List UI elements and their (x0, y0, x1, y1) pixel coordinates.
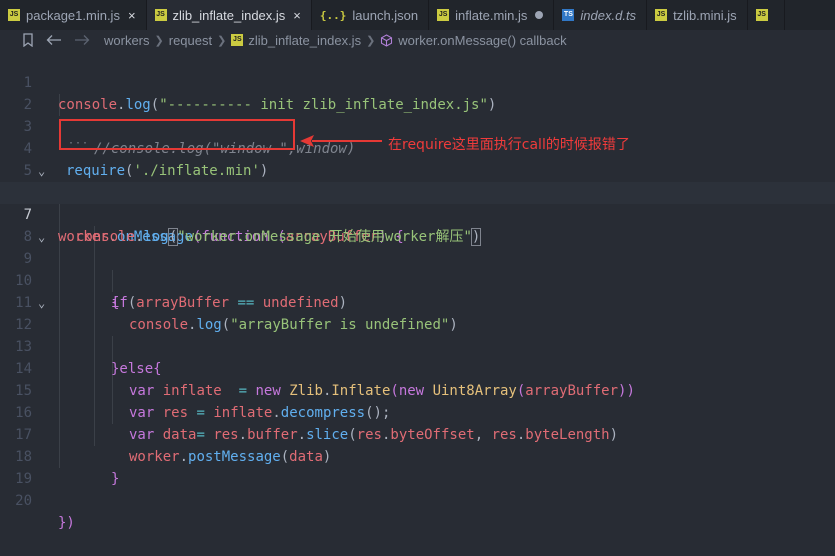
tab-label: index.d.ts (580, 7, 637, 23)
close-icon[interactable]: × (128, 8, 136, 23)
tab-label: package1.min.js (26, 7, 120, 23)
tab-overflow[interactable]: JS (747, 0, 785, 30)
javascript-file-icon: JS (154, 9, 167, 21)
javascript-file-icon: JS (231, 34, 244, 46)
code-line[interactable]: 1 console.log("---------- init zlib_infl… (0, 50, 835, 113)
close-icon[interactable]: × (293, 8, 301, 23)
bookmark-icon[interactable] (22, 33, 34, 47)
code-line[interactable]: 12 ⌄ }else{ (0, 292, 835, 377)
typescript-file-icon: TS (562, 9, 575, 21)
annotation-text: 在require这里面执行call的时候报错了 (388, 137, 630, 153)
code-line[interactable]: 20 }) (0, 468, 835, 531)
arrow-left-icon (300, 135, 382, 147)
code-line-current[interactable]: 7 console.log("worker.onMessage 开始使用work… (0, 182, 835, 246)
chevron-right-icon: ❯ (154, 34, 164, 47)
highlight-box (59, 119, 295, 150)
forward-arrow-icon[interactable] (74, 34, 90, 46)
tab-label: zlib_inflate_index.js (172, 7, 286, 23)
line-number: 20 (15, 493, 32, 509)
tab-index-d-ts[interactable]: TS index.d.ts (554, 0, 648, 30)
code-line[interactable]: 16 var data= res.buffer.slice(res.byteOf… (0, 380, 835, 443)
code-line[interactable]: 13 (0, 314, 835, 355)
hint-ellipsis: ··· (68, 138, 90, 149)
chevron-down-icon[interactable]: ⌄ (38, 226, 45, 248)
chevron-down-icon[interactable]: ⌄ (38, 160, 45, 182)
tab-launch-json[interactable]: {..} launch.json (311, 0, 430, 30)
code-line[interactable]: 8 (0, 204, 835, 245)
tab-inflate-min-js[interactable]: JS inflate.min.js (429, 0, 555, 30)
javascript-file-icon: JS (437, 9, 450, 21)
code-line[interactable]: 10 { (0, 248, 835, 311)
breadcrumb-item-request[interactable]: request (169, 33, 212, 48)
code-line[interactable]: 3 //console.log("window ",window) (0, 94, 835, 157)
breadcrumb: workers ❯ request ❯ JS zlib_inflate_inde… (0, 30, 835, 50)
code-line[interactable]: 6 ⌄ worker.onMessage(function (arrayBuff… (0, 160, 835, 245)
tab-package1-min-js[interactable]: JS package1.min.js × (0, 0, 147, 30)
code-line[interactable]: 2 (0, 72, 835, 113)
tab-bar: JS package1.min.js × JS zlib_inflate_ind… (0, 0, 835, 30)
chevron-right-icon: ❯ (217, 34, 227, 47)
code-line[interactable]: 11 console.log("arrayBuffer is undefined… (0, 270, 835, 333)
javascript-file-icon: JS (8, 9, 20, 21)
javascript-file-icon: JS (755, 9, 768, 21)
code-line[interactable]: 17 worker.postMessage(data) (0, 402, 835, 465)
code-line[interactable]: 15 var res = inflate.decompress(); (0, 358, 835, 421)
code-line[interactable]: 18 } (0, 424, 835, 487)
tab-tzlib-mini-js[interactable]: JS tzlib.mini.js (647, 0, 748, 30)
symbol-method-icon (381, 33, 393, 47)
breadcrumb-item-workers[interactable]: workers (104, 33, 150, 48)
code-line[interactable]: 14 var inflate = new Zlib.Inflate(new Ui… (0, 336, 835, 399)
tab-label: launch.json (352, 7, 419, 23)
code-text: }) (58, 515, 75, 531)
tab-label: tzlib.mini.js (673, 7, 737, 23)
tab-label: inflate.min.js (455, 7, 528, 23)
json-file-icon: {..} (319, 8, 347, 22)
back-arrow-icon[interactable] (46, 34, 62, 46)
unsaved-dot-icon[interactable] (535, 11, 544, 19)
code-line[interactable]: 19 (0, 446, 835, 487)
code-line[interactable]: 9 ⌄ if(arrayBuffer == undefined) (0, 226, 835, 311)
javascript-file-icon: JS (655, 9, 668, 21)
breadcrumb-item-callback[interactable]: worker.onMessage() callback (398, 33, 566, 48)
chevron-right-icon: ❯ (366, 34, 376, 47)
tab-zlib-inflate-index-js[interactable]: JS zlib_inflate_index.js × (146, 0, 312, 30)
chevron-down-icon[interactable]: ⌄ (38, 292, 45, 314)
breadcrumb-item-file[interactable]: zlib_inflate_index.js (248, 33, 361, 48)
